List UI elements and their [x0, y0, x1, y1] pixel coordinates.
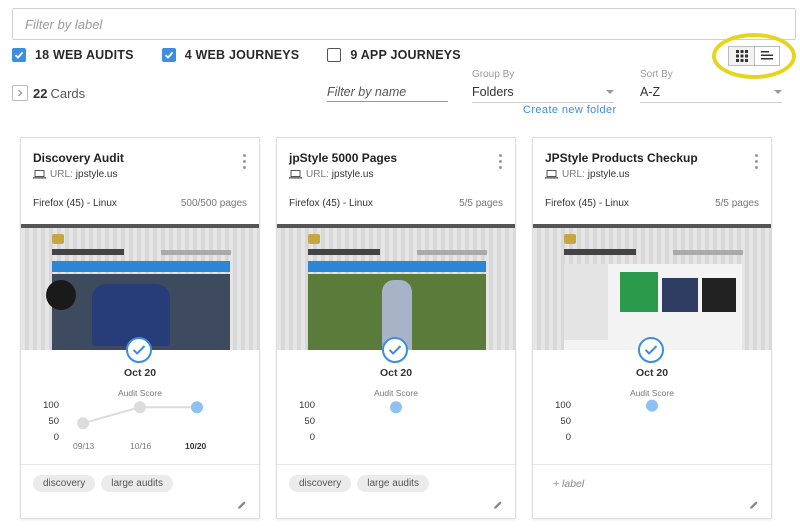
card-pages: 5/5 pages	[459, 198, 503, 209]
card-url-row: URL: jpstyle.us	[289, 169, 373, 180]
filter-by-label-placeholder: Filter by label	[25, 16, 103, 32]
status-check-icon	[382, 337, 408, 363]
list-view-button[interactable]	[754, 46, 780, 66]
card-browser: Firefox (45) - Linux	[289, 198, 373, 209]
view-toggle	[728, 46, 780, 66]
site-screenshot[interactable]	[21, 224, 259, 350]
card-title: Discovery Audit	[33, 151, 124, 165]
app-journeys-checkbox[interactable]	[327, 48, 342, 62]
laptop-icon	[33, 170, 46, 179]
card-browser: Firefox (45) - Linux	[545, 198, 629, 209]
pencil-icon[interactable]	[749, 500, 759, 510]
audit-date: Oct 20	[635, 367, 669, 379]
status-check-icon	[126, 337, 152, 363]
audit-date: Oct 20	[123, 367, 157, 379]
tag-chip[interactable]: large audits	[101, 475, 173, 492]
web-audits-label: 18 WEB AUDITS	[35, 48, 134, 62]
audit-card-discovery[interactable]: Discovery Audit URL: jpstyle.us Firefox …	[20, 137, 260, 519]
score-point[interactable]	[134, 401, 146, 414]
tag-chip[interactable]: discovery	[289, 475, 352, 492]
status-check-icon	[638, 337, 664, 363]
pencil-icon[interactable]	[493, 500, 503, 510]
more-options-icon[interactable]	[499, 154, 503, 172]
check-icon	[14, 51, 24, 59]
card-tags: discovery large audits	[33, 475, 179, 492]
audit-card-jpstyle-5000[interactable]: jpStyle 5000 Pages URL: jpstyle.us Firef…	[276, 137, 516, 519]
audit-score-chart	[646, 399, 658, 412]
cards-count: 22 Cards	[12, 85, 85, 101]
x-label: 09/13	[73, 441, 95, 451]
card-url-row: URL: jpstyle.us	[33, 169, 117, 180]
filter-by-label-input[interactable]: Filter by label	[12, 8, 796, 40]
cards-count-label: Cards	[50, 85, 86, 101]
group-by-dropdown[interactable]: Folders	[472, 81, 614, 103]
tag-chip[interactable]: discovery	[33, 475, 96, 492]
site-screenshot[interactable]	[277, 224, 515, 350]
group-by-select: Group By Folders	[472, 69, 614, 103]
url-value: jpstyle.us	[75, 169, 118, 180]
score-point[interactable]	[191, 401, 203, 414]
web-audits-page: Filter by label 18 WEB AUDITS 4 WEB JOUR…	[0, 0, 800, 530]
filter-by-name-placeholder: Filter by name	[327, 84, 407, 99]
url-label: URL:	[562, 169, 585, 180]
add-label-button[interactable]: + label	[553, 478, 584, 490]
url-value: jpstyle.us	[331, 169, 374, 180]
cards-count-number: 22	[33, 85, 48, 101]
more-options-icon[interactable]	[755, 154, 759, 172]
app-journeys-filter[interactable]: 9 APP JOURNEYS	[327, 48, 461, 62]
site-logo	[308, 234, 320, 244]
url-label: URL:	[50, 169, 73, 180]
sort-by-value: A-Z	[640, 84, 661, 99]
chevron-right-icon	[18, 89, 23, 97]
web-audits-filter[interactable]: 18 WEB AUDITS	[12, 48, 134, 62]
audit-score-chart	[77, 401, 203, 430]
expand-button[interactable]	[12, 85, 28, 101]
tag-chip[interactable]: large audits	[357, 475, 429, 492]
sort-by-dropdown[interactable]: A-Z	[640, 81, 782, 103]
web-journeys-filter[interactable]: 4 WEB JOURNEYS	[161, 48, 300, 62]
card-tags: discovery large audits	[289, 475, 435, 492]
more-options-icon[interactable]	[243, 154, 247, 172]
caret-down-icon	[774, 89, 782, 94]
web-journeys-checkbox[interactable]	[161, 48, 176, 62]
pencil-icon[interactable]	[237, 500, 247, 510]
sort-by-select: Sort By A-Z	[640, 69, 782, 103]
card-title: JPStyle Products Checkup	[545, 151, 698, 165]
laptop-icon	[289, 170, 302, 179]
caret-down-icon	[606, 89, 614, 94]
group-by-label: Group By	[472, 69, 515, 80]
url-value: jpstyle.us	[587, 169, 630, 180]
type-filters: 18 WEB AUDITS 4 WEB JOURNEYS 9 APP JOURN…	[12, 46, 489, 64]
card-title: jpStyle 5000 Pages	[289, 151, 398, 165]
create-new-folder-link[interactable]: Create new folder	[523, 104, 617, 116]
score-line-segment	[82, 406, 141, 425]
web-audits-checkbox[interactable]	[12, 48, 26, 62]
web-journeys-label: 4 WEB JOURNEYS	[184, 48, 300, 62]
card-pages: 500/500 pages	[180, 198, 247, 209]
grid-icon	[735, 50, 748, 62]
x-label-current: 10/20	[185, 441, 207, 451]
card-pages: 5/5 pages	[715, 198, 759, 209]
grid-view-button[interactable]	[728, 46, 754, 66]
audit-date: Oct 20	[379, 367, 413, 379]
score-point[interactable]	[77, 417, 89, 430]
app-journeys-label: 9 APP JOURNEYS	[350, 48, 461, 62]
group-by-value: Folders	[472, 84, 514, 99]
sort-by-label: Sort By	[640, 69, 673, 80]
site-logo	[52, 234, 64, 244]
score-point[interactable]	[646, 399, 658, 412]
site-screenshot[interactable]	[533, 224, 771, 350]
score-point[interactable]	[390, 401, 402, 414]
audit-score-chart	[390, 401, 402, 414]
filter-by-name-input[interactable]: Filter by name	[327, 82, 448, 102]
laptop-icon	[545, 170, 558, 179]
list-icon	[761, 51, 773, 60]
x-label: 10/16	[130, 441, 152, 451]
card-url-row: URL: jpstyle.us	[545, 169, 629, 180]
audit-card-products-checkup[interactable]: JPStyle Products Checkup URL: jpstyle.us…	[532, 137, 772, 519]
check-icon	[164, 51, 173, 59]
card-browser: Firefox (45) - Linux	[33, 198, 117, 209]
site-logo	[564, 234, 576, 244]
url-label: URL:	[306, 169, 329, 180]
